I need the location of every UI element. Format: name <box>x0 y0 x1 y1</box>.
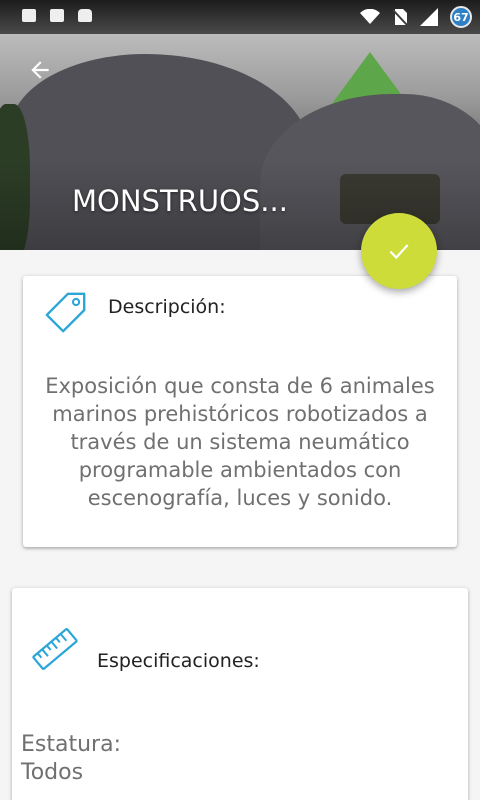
signal-icon <box>420 8 438 26</box>
status-bar: 67 <box>0 0 480 34</box>
ruler-icon <box>32 628 78 670</box>
spec-value: Todos <box>21 760 84 785</box>
description-card: Descripción: Exposición que consta de 6 … <box>23 276 457 547</box>
back-button[interactable] <box>22 52 58 88</box>
description-text: Exposición que consta de 6 animales mari… <box>45 374 435 510</box>
confirm-fab-button[interactable] <box>361 213 437 289</box>
tag-icon <box>45 292 86 333</box>
notification-icon <box>22 9 36 22</box>
page-title: MONSTRUOS... <box>72 184 288 218</box>
arrow-left-icon <box>31 61 49 79</box>
battery-badge: 67 <box>450 6 472 28</box>
description-heading: Descripción: <box>108 296 226 318</box>
check-icon <box>389 244 409 260</box>
android-icon <box>78 9 92 22</box>
image-icon <box>50 9 64 22</box>
specifications-heading: Especificaciones: <box>97 650 260 672</box>
no-sim-icon <box>392 9 408 26</box>
specifications-card: Especificaciones: Estatura: Todos <box>12 588 468 800</box>
wifi-icon <box>360 9 380 24</box>
spec-label: Estatura: <box>21 732 121 757</box>
